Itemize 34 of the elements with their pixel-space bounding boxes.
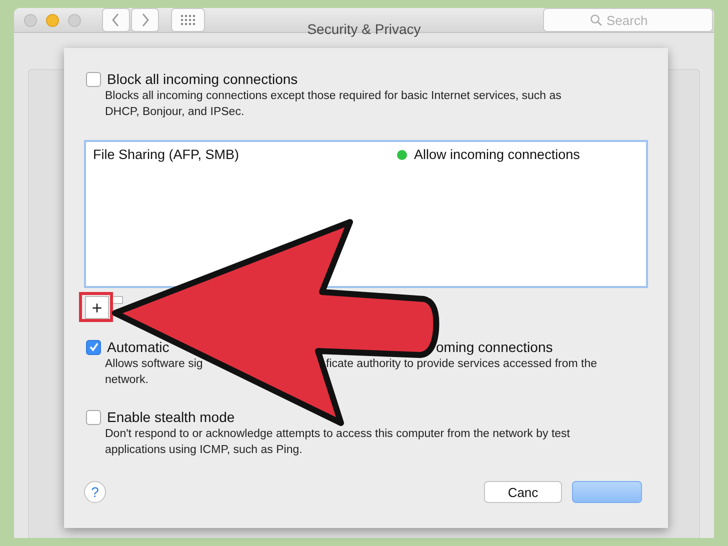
back-button[interactable] [102,8,130,32]
option-description: DHCP, Bonjour, and IPSec. [105,106,244,118]
show-all-button[interactable] [171,8,205,32]
option-description: Allows software sig [105,358,203,370]
chevron-left-icon [111,13,121,27]
remove-button[interactable] [113,296,123,304]
checkbox[interactable] [86,72,101,86]
option-label: oming connections [436,338,553,356]
checkbox[interactable] [86,340,101,354]
highlight-frame [79,292,113,322]
minimize-button[interactable] [46,14,59,26]
zoom-button[interactable] [68,14,81,26]
search-icon [590,14,602,26]
chevron-right-icon [140,13,150,27]
close-button[interactable] [24,14,37,26]
status-text: Allow incoming connections [414,147,580,162]
cancel-button[interactable]: Canc [484,481,562,503]
option-label: Enable stealth mode [107,408,235,426]
grid-icon [181,15,195,25]
forward-button[interactable] [131,8,159,32]
app-name[interactable]: File Sharing (AFP, SMB) [93,147,397,162]
add-button[interactable]: + [85,296,109,319]
option-description: ficate authority to provide services accessed from the [326,357,598,372]
window-title: Security & Privacy [306,21,422,37]
default-button[interactable] [572,481,642,503]
option-description: Don't respond to or acknowledge attempts to access this computer from the network by test [105,428,570,440]
help-button[interactable]: ? [84,481,106,503]
checkbox[interactable] [86,410,101,424]
option-description: Blocks all incoming connections except those required for basic Internet services, such as [105,90,562,102]
option-description: applications using ICMP, such as Ping. [105,444,302,456]
option-label: Automatic [107,338,170,356]
checkmark-icon [88,342,98,352]
option-description: network. [105,374,148,386]
option-label: Block all incoming connections [107,70,298,88]
